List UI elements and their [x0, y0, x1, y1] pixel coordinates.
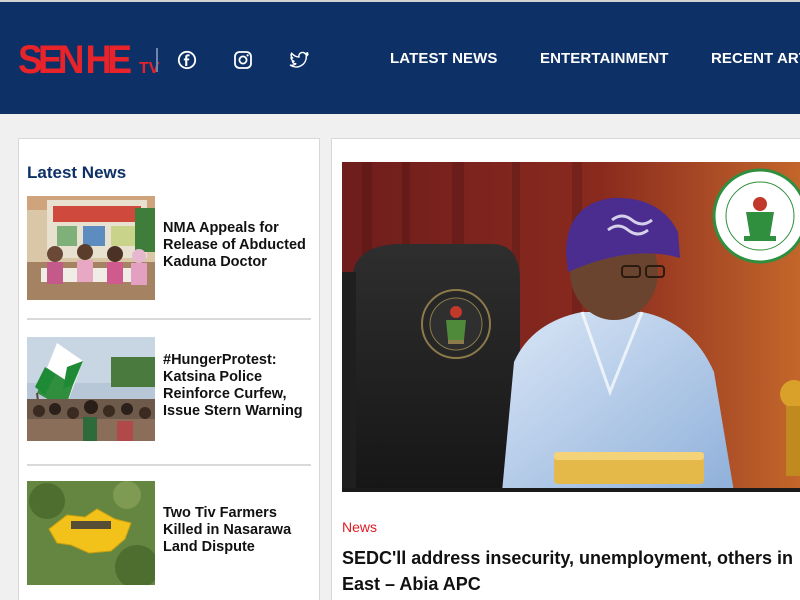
news-thumbnail-1[interactable]	[27, 196, 155, 300]
site-header: SEN HE TV LATEST NEWS ENTERTAINMENT RECE…	[0, 0, 800, 114]
sidebar-title: Latest News	[27, 163, 127, 182]
instagram-icon[interactable]	[232, 49, 254, 71]
header-divider	[156, 48, 158, 72]
news-headline-2[interactable]: #HungerProtest: Katsina Police Reinforce…	[163, 352, 313, 420]
story-title[interactable]: SEDC'll address insecurity, unemployment…	[342, 545, 800, 597]
story-title-line-1[interactable]: SEDC'll address insecurity, unemployment…	[342, 545, 800, 571]
story-category[interactable]: News	[342, 519, 377, 535]
site-logo[interactable]: SEN HE TV	[18, 40, 159, 80]
logo-main-text: SEN HE	[18, 38, 132, 82]
news-headline-3[interactable]: Two Tiv Farmers Killed in Nasarawa Land …	[163, 505, 313, 556]
featured-story: News SEDC'll address insecurity, unemplo…	[331, 138, 800, 600]
facebook-icon[interactable]	[176, 49, 198, 71]
story-title-line-2[interactable]: East – Abia APC	[342, 571, 800, 597]
news-separator	[27, 318, 311, 320]
latest-news-sidebar: Latest News NMA Appeals for Release of A…	[18, 138, 320, 600]
news-item-nma[interactable]: NMA Appeals for Release of Abducted Kadu…	[27, 196, 311, 302]
news-headline-1[interactable]: NMA Appeals for Release of Abducted Kadu…	[163, 220, 313, 271]
news-thumbnail-3[interactable]	[27, 481, 155, 585]
twitter-icon[interactable]	[288, 49, 310, 71]
news-item-tiv-farmers[interactable]: Two Tiv Farmers Killed in Nasarawa Land …	[27, 481, 311, 587]
nav-entertainment[interactable]: ENTERTAINMENT	[540, 50, 669, 72]
news-item-hungerprotest[interactable]: #HungerProtest: Katsina Police Reinforce…	[27, 337, 311, 443]
news-separator	[27, 464, 311, 466]
news-thumbnail-2[interactable]	[27, 337, 155, 441]
nav-recent-articles[interactable]: RECENT ART	[711, 50, 800, 72]
featured-image[interactable]	[342, 162, 800, 492]
nav-latest-news[interactable]: LATEST NEWS	[390, 50, 497, 72]
